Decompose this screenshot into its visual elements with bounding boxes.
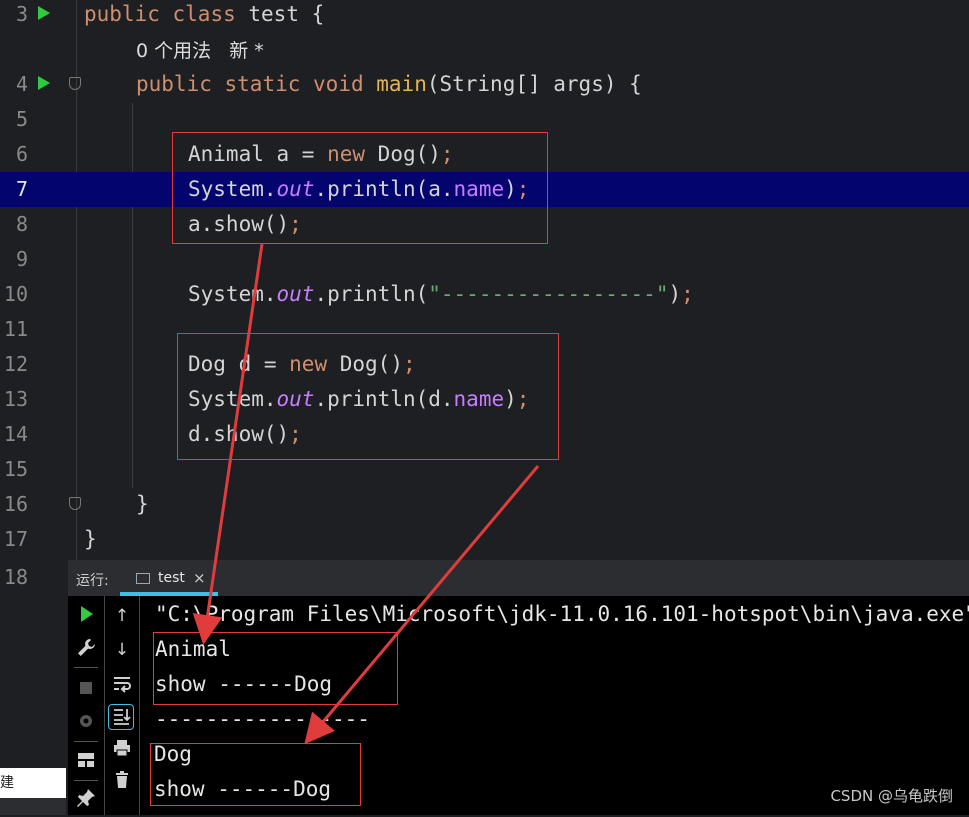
code-line-10[interactable]: 10 System.out.println("-----------------…: [0, 277, 969, 312]
scroll-to-end-icon[interactable]: [108, 704, 134, 730]
run-label: 运行:: [76, 573, 109, 589]
line-number: 6: [15, 142, 28, 166]
run-icon[interactable]: [74, 602, 98, 626]
code-text: }: [136, 492, 149, 516]
code-text: public static void main(String[] args) {: [136, 72, 642, 96]
stop-icon[interactable]: [74, 676, 98, 700]
annotation-box: [153, 632, 398, 705]
line-number: 3: [15, 2, 28, 26]
run-tab-label: test: [158, 570, 185, 586]
print-icon[interactable]: [110, 736, 134, 760]
code-line-9[interactable]: 9: [0, 242, 969, 277]
fold-icon[interactable]: [69, 77, 81, 90]
line-number: 17: [3, 527, 28, 551]
console-line: -----------------: [155, 707, 370, 731]
debug-settings-icon[interactable]: [74, 709, 98, 733]
code-line-3[interactable]: 3 public class test {: [0, 0, 969, 32]
arrow-down-icon[interactable]: ↓: [110, 638, 134, 662]
annotation-box: [150, 743, 361, 806]
line-number: 7: [15, 177, 28, 201]
console-line: "C:\Program Files\Microsoft\jdk-11.0.16.…: [155, 602, 969, 626]
run-toolbar-secondary: ↑ ↓: [105, 596, 140, 815]
line-number: 11: [3, 317, 28, 341]
code-line-18: 18: [0, 560, 68, 595]
toolbar-separator: [74, 780, 98, 781]
usage-hint[interactable]: 0 个用法 新 *: [136, 36, 264, 63]
toolbar-separator: [74, 741, 98, 742]
run-gutter-icon[interactable]: [38, 76, 50, 90]
run-header: 运行: test ×: [68, 560, 969, 596]
fold-icon[interactable]: [69, 497, 81, 510]
run-toolbar-primary: [68, 596, 105, 815]
code-line-17[interactable]: 17 }: [0, 522, 969, 557]
line-number: 16: [3, 492, 28, 516]
line-number: 14: [3, 422, 28, 446]
trash-icon[interactable]: [110, 768, 134, 792]
code-text: public class test {: [84, 2, 325, 26]
line-number: 10: [3, 282, 28, 306]
pin-icon[interactable]: [74, 786, 98, 810]
run-tab-test[interactable]: test ×: [120, 560, 218, 596]
line-number: 4: [15, 72, 28, 96]
close-icon[interactable]: ×: [193, 569, 206, 587]
line-number: 5: [15, 107, 28, 131]
code-text: System.out.println("-----------------");: [188, 282, 694, 306]
code-line-4[interactable]: 4 public static void main(String[] args)…: [0, 67, 969, 102]
code-line-16[interactable]: 16 }: [0, 487, 969, 522]
code-editor[interactable]: 3 public class test { 0 个用法 新 * 4 public…: [0, 0, 969, 560]
line-number: 8: [15, 212, 28, 236]
project-panel-footer: [0, 798, 66, 815]
toolbar-separator: [74, 667, 98, 668]
run-tool-window: 运行: test × ↑ ↓ "C:\Program Files\Microso…: [68, 560, 969, 815]
line-number: 18: [3, 565, 28, 589]
layout-icon[interactable]: [74, 748, 98, 772]
wrench-icon[interactable]: [74, 636, 98, 660]
console-icon: [136, 573, 150, 584]
line-number: 9: [15, 247, 28, 271]
line-number: 12: [3, 352, 28, 376]
line-number: 15: [3, 457, 28, 481]
line-number: 13: [3, 387, 28, 411]
run-gutter-icon[interactable]: [38, 6, 50, 20]
watermark: CSDN @乌龟跌倒: [830, 787, 953, 805]
arrow-up-icon[interactable]: ↑: [110, 604, 134, 628]
annotation-box: [177, 333, 559, 460]
project-panel-text: 建: [0, 775, 14, 791]
soft-wrap-icon[interactable]: [110, 672, 134, 696]
code-text: }: [84, 527, 97, 551]
annotation-box: [172, 132, 548, 244]
